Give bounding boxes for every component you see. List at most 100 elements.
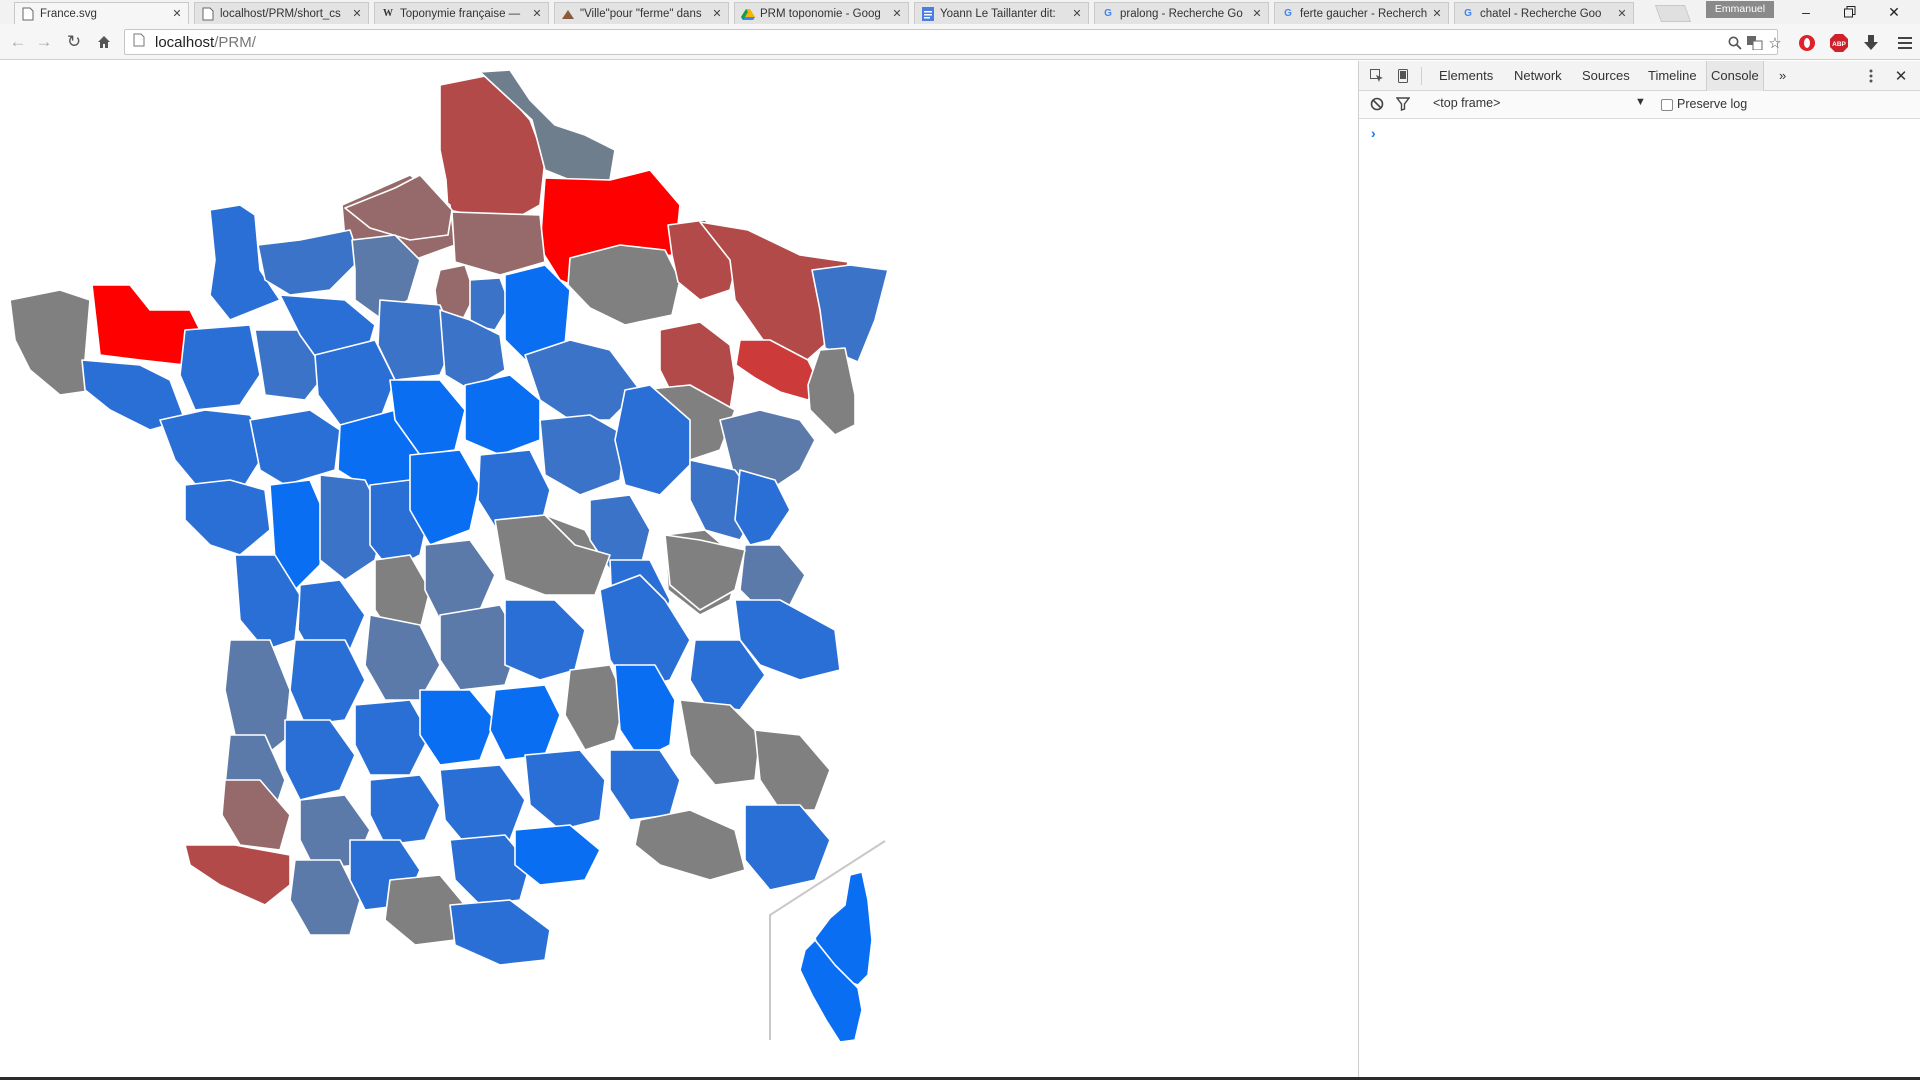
close-tab-icon[interactable]: ✕ bbox=[1615, 7, 1629, 20]
tab-title: chatel - Recherche Goo bbox=[1480, 7, 1602, 20]
department-pyrenees-orientales[interactable] bbox=[449, 899, 551, 966]
svg-text:ABP: ABP bbox=[1832, 41, 1846, 48]
google-icon: G bbox=[1284, 8, 1292, 19]
docs-icon bbox=[921, 6, 935, 21]
forward-icon[interactable]: → bbox=[32, 30, 56, 54]
tab-france-svg[interactable]: France.svg ✕ bbox=[14, 2, 189, 24]
devtools-tabbar: Elements Network Sources Timeline Consol… bbox=[1359, 61, 1920, 91]
department-lot-et-garonne[interactable] bbox=[284, 719, 356, 801]
more-tabs-button[interactable]: » bbox=[1775, 61, 1790, 91]
close-tab-icon[interactable]: ✕ bbox=[1070, 7, 1084, 20]
profile-badge[interactable]: Emmanuel bbox=[1706, 1, 1774, 18]
tab-console[interactable]: Console bbox=[1706, 61, 1764, 91]
console-filter-bar: <top frame> ▼ Preserve log bbox=[1359, 91, 1920, 119]
dropdown-arrow-icon[interactable]: ▼ bbox=[1635, 96, 1646, 108]
department-maine-et-loire[interactable] bbox=[249, 409, 341, 486]
department-rhone[interactable] bbox=[664, 534, 746, 611]
department-finistere[interactable] bbox=[9, 289, 96, 396]
department-haute-loire[interactable] bbox=[504, 599, 586, 681]
department-bas-rhin[interactable] bbox=[811, 264, 889, 363]
drive-icon bbox=[741, 7, 755, 21]
page-icon bbox=[21, 7, 35, 21]
department-marne[interactable] bbox=[567, 244, 681, 326]
department-calvados[interactable] bbox=[257, 229, 361, 296]
reload-icon[interactable]: ↻ bbox=[62, 30, 86, 54]
close-tab-icon[interactable]: ✕ bbox=[710, 7, 724, 20]
back-icon[interactable]: ← bbox=[6, 30, 30, 54]
address-bar[interactable]: localhost/PRM/ bbox=[124, 29, 1778, 55]
tab-chatel[interactable]: G chatel - Recherche Goo ✕ bbox=[1454, 2, 1634, 24]
new-tab-button[interactable] bbox=[1654, 5, 1692, 22]
department-dordogne[interactable] bbox=[289, 639, 366, 726]
tab-title: Toponymie française — bbox=[400, 7, 521, 20]
close-devtools-icon[interactable]: ✕ bbox=[1891, 67, 1911, 85]
tab-timeline[interactable]: Timeline bbox=[1644, 61, 1701, 91]
department-nord[interactable] bbox=[439, 74, 546, 223]
search-icon[interactable] bbox=[1724, 32, 1746, 54]
department-haut-rhin[interactable] bbox=[807, 347, 856, 436]
department-alpes-maritimes[interactable] bbox=[754, 729, 831, 811]
department-yonne[interactable] bbox=[539, 414, 626, 496]
tab-strip: France.svg ✕ localhost/PRM/short_cs ✕ W … bbox=[0, 0, 1920, 24]
tab-elements[interactable]: Elements bbox=[1435, 61, 1497, 91]
close-tab-icon[interactable]: ✕ bbox=[890, 7, 904, 20]
devtools-panel: Elements Network Sources Timeline Consol… bbox=[1358, 61, 1920, 1080]
restore-icon[interactable] bbox=[1830, 0, 1870, 24]
department-ille-et-vilaine[interactable] bbox=[179, 324, 261, 411]
tab-toponymie[interactable]: W Toponymie française — ✕ bbox=[374, 2, 549, 24]
translate-icon[interactable] bbox=[1744, 32, 1766, 54]
department-cantal[interactable] bbox=[419, 689, 496, 766]
device-mode-icon[interactable] bbox=[1393, 67, 1413, 85]
url-host: localhost bbox=[155, 33, 215, 51]
download-icon[interactable] bbox=[1860, 32, 1882, 54]
close-tab-icon[interactable]: ✕ bbox=[1430, 7, 1444, 20]
menu-icon[interactable] bbox=[1894, 32, 1916, 54]
url-text: localhost/PRM/ bbox=[155, 34, 256, 51]
tab-ferte-gaucher[interactable]: G ferte gaucher - Recherch ✕ bbox=[1274, 2, 1449, 24]
preserve-log-checkbox[interactable] bbox=[1661, 99, 1673, 111]
department-gard[interactable] bbox=[524, 749, 606, 831]
department-loiret[interactable] bbox=[464, 374, 541, 456]
more-options-icon[interactable] bbox=[1861, 67, 1881, 85]
page-info-icon[interactable] bbox=[133, 33, 149, 52]
close-window-icon[interactable]: ✕ bbox=[1874, 0, 1914, 24]
tab-yoann[interactable]: Yoann Le Taillanter dit: ✕ bbox=[914, 2, 1089, 24]
department-herault[interactable] bbox=[514, 824, 601, 886]
department-bouches-du-rhone[interactable] bbox=[634, 809, 746, 881]
opera-extension-icon[interactable] bbox=[1796, 32, 1818, 54]
close-tab-icon[interactable]: ✕ bbox=[350, 7, 364, 20]
tab-network[interactable]: Network bbox=[1510, 61, 1566, 91]
tab-pralong[interactable]: G pralong - Recherche Go ✕ bbox=[1094, 2, 1269, 24]
department-correze[interactable] bbox=[364, 614, 441, 701]
adblock-icon[interactable]: ABP bbox=[1828, 32, 1850, 54]
tab-sources[interactable]: Sources bbox=[1578, 61, 1634, 91]
toolbar-divider bbox=[1421, 67, 1422, 85]
close-tab-icon[interactable]: ✕ bbox=[170, 7, 184, 20]
page-icon bbox=[201, 7, 215, 21]
filter-icon[interactable] bbox=[1393, 95, 1413, 113]
department-vendee[interactable] bbox=[184, 479, 271, 556]
tab-title: localhost/PRM/short_cs bbox=[220, 7, 341, 20]
tab-ville-ferme[interactable]: "Ville"pour "ferme" dans ✕ bbox=[554, 2, 729, 24]
console-prompt[interactable]: › bbox=[1371, 125, 1376, 141]
department-tarn-et-garonne[interactable] bbox=[369, 774, 441, 846]
department-lot[interactable] bbox=[354, 699, 431, 776]
inspect-element-icon[interactable] bbox=[1367, 67, 1387, 85]
department-alpes-de-haute-provence[interactable] bbox=[679, 699, 761, 786]
google-icon: G bbox=[1464, 8, 1472, 19]
minimize-icon[interactable]: – bbox=[1786, 0, 1826, 24]
frame-selector[interactable]: <top frame> bbox=[1433, 96, 1500, 110]
tab-prm-toponomie[interactable]: PRM toponomie - Goog ✕ bbox=[734, 2, 909, 24]
page-content bbox=[0, 61, 1358, 1080]
wikipedia-icon: W bbox=[383, 8, 393, 19]
department-lozere[interactable] bbox=[489, 684, 561, 761]
department-vaucluse[interactable] bbox=[609, 749, 681, 821]
department-var[interactable] bbox=[744, 804, 831, 891]
close-tab-icon[interactable]: ✕ bbox=[530, 7, 544, 20]
clear-console-icon[interactable] bbox=[1367, 95, 1387, 113]
close-tab-icon[interactable]: ✕ bbox=[1250, 7, 1264, 20]
tab-short-csv[interactable]: localhost/PRM/short_cs ✕ bbox=[194, 2, 369, 24]
bookmark-star-icon[interactable]: ☆ bbox=[1764, 32, 1786, 54]
department-pays-basque[interactable] bbox=[184, 844, 291, 906]
home-icon[interactable] bbox=[92, 30, 116, 54]
